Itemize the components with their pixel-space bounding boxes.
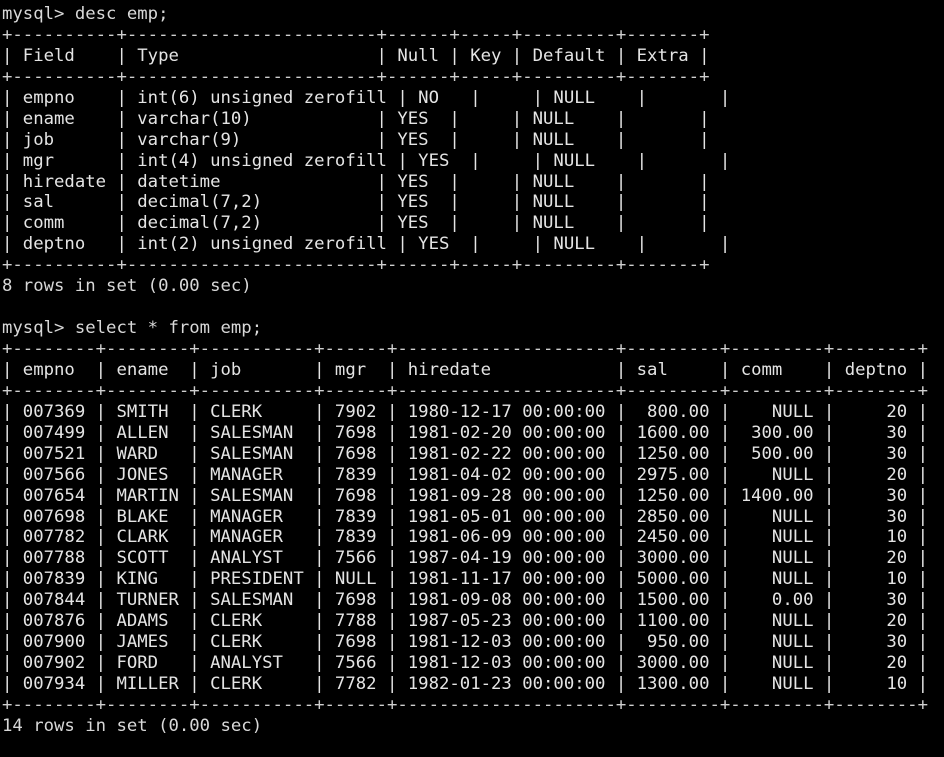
table-row: | 007654 | MARTIN | SALESMAN | 7698 | 19… — [2, 485, 928, 506]
table-row: | 007902 | FORD | ANALYST | 7566 | 1981-… — [2, 653, 928, 674]
table-row: | mgr | int(4) unsigned zerofill | YES |… — [2, 150, 731, 171]
select-emp-table-header-row: | empno | ename | job | mgr | hiredate |… — [2, 359, 928, 380]
select-emp-table-header-rule: +--------+--------+-----------+------+--… — [2, 380, 928, 401]
select-emp-table-top-rule: +--------+--------+-----------+------+--… — [2, 339, 928, 359]
table-row: | hiredate | datetime | YES | | NULL | | — [2, 171, 710, 192]
desc-emp-table-header-row: | Field | Type | Null | Key | Default | … — [2, 45, 710, 66]
table-row: | 007876 | ADAMS | CLERK | 7788 | 1987-0… — [2, 611, 928, 632]
blank-separator — [2, 297, 944, 318]
select-emp-command: mysql> select * from emp; — [2, 318, 263, 339]
table-row: | 007839 | KING | PRESIDENT | NULL | 198… — [2, 569, 928, 590]
table-row: | ename | varchar(10) | YES | | NULL | | — [2, 108, 710, 129]
table-row: | 007369 | SMITH | CLERK | 7902 | 1980-1… — [2, 401, 928, 422]
desc-emp-command: mysql> desc emp; — [2, 4, 169, 24]
mysql-terminal[interactable]: mysql> desc emp; +----------+------------… — [0, 0, 944, 757]
select-emp-table-bottom-rule: +--------+--------+-----------+------+--… — [2, 694, 928, 715]
table-row: | comm | decimal(7,2) | YES | | NULL | | — [2, 213, 710, 234]
table-row: | 007499 | ALLEN | SALESMAN | 7698 | 198… — [2, 422, 928, 443]
table-row: | 007521 | WARD | SALESMAN | 7698 | 1981… — [2, 443, 928, 464]
table-row: | 007844 | TURNER | SALESMAN | 7698 | 19… — [2, 590, 928, 611]
table-row: | 007934 | MILLER | CLERK | 7782 | 1982-… — [2, 674, 928, 694]
table-row: | job | varchar(9) | YES | | NULL | | — [2, 129, 710, 150]
table-row: | 007900 | JAMES | CLERK | 7698 | 1981-1… — [2, 632, 928, 653]
select-emp-status: 14 rows in set (0.00 sec) — [2, 715, 263, 736]
desc-emp-table-top-rule: +----------+------------------------+---… — [2, 24, 710, 45]
table-row: | deptno | int(2) unsigned zerofill | YE… — [2, 234, 731, 255]
desc-emp-table-bottom-rule: +----------+------------------------+---… — [2, 255, 710, 276]
table-row: | sal | decimal(7,2) | YES | | NULL | | — [2, 192, 710, 213]
desc-emp-status: 8 rows in set (0.00 sec) — [2, 276, 252, 297]
table-row: | 007698 | BLAKE | MANAGER | 7839 | 1981… — [2, 506, 928, 527]
table-row: | 007566 | JONES | MANAGER | 7839 | 1981… — [2, 464, 928, 485]
table-row: | 007782 | CLARK | MANAGER | 7839 | 1981… — [2, 527, 928, 548]
table-row: | 007788 | SCOTT | ANALYST | 7566 | 1987… — [2, 548, 928, 569]
desc-emp-table-header-rule: +----------+------------------------+---… — [2, 66, 710, 87]
table-row: | empno | int(6) unsigned zerofill | NO … — [2, 87, 731, 108]
